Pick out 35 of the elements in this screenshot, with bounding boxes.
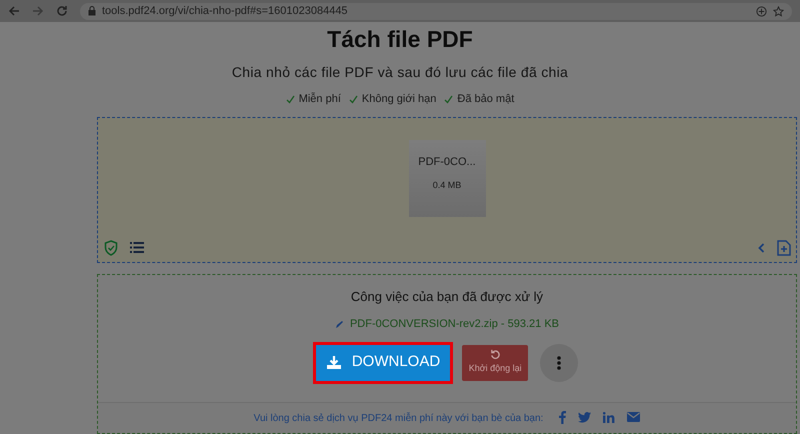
feature-label: Không giới hạn: [362, 92, 436, 107]
list-icon[interactable]: [130, 242, 144, 253]
check-icon: [348, 94, 358, 104]
chevron-left-icon[interactable]: [758, 242, 765, 252]
url-text: tools.pdf24.org/vi/chia-nho-pdf#s=1601023084445: [102, 4, 348, 19]
result-heading: Công việc của bạn đã được xử lý: [350, 288, 544, 306]
file-card[interactable]: PDF-0CO... 0.4 MB: [408, 140, 486, 216]
address-bar[interactable]: tools.pdf24.org/vi/chia-nho-pdf#s=1601023084445: [80, 2, 792, 20]
file-link[interactable]: PDF-0CONVERSION-rev2.zip - 593.21 KB: [334, 316, 560, 332]
star-icon[interactable]: [773, 6, 784, 16]
add-icon[interactable]: [756, 6, 767, 16]
add-file-icon[interactable]: [777, 240, 791, 256]
more-icon: [557, 356, 562, 370]
check-icon: [286, 94, 295, 104]
envelope-icon[interactable]: [627, 412, 640, 422]
restart-icon: [490, 349, 501, 360]
lock-icon: [88, 6, 96, 16]
linkedin-icon[interactable]: [603, 412, 616, 422]
page-title: Tách file PDF: [327, 25, 473, 53]
shield-check-icon[interactable]: [104, 240, 118, 256]
share-text: Vui lòng chia sẻ dịch vụ PDF24 miễn phí này với bạn bè của bạn:: [254, 411, 544, 426]
download-button[interactable]: DOWNLOAD: [316, 344, 450, 380]
restart-button[interactable]: Khởi động lại: [462, 344, 528, 380]
pencil-icon: [334, 320, 344, 329]
check-icon: [444, 94, 454, 104]
bird-icon[interactable]: [578, 412, 592, 422]
feature-label: Đã bảo mật: [457, 92, 514, 107]
page-subtitle: Chia nhỏ các file PDF và sau đó lưu các file đã chia: [232, 63, 568, 82]
download-icon: [326, 355, 342, 370]
more-options-button[interactable]: [540, 344, 578, 382]
forward-icon[interactable]: [32, 5, 44, 17]
facebook-icon[interactable]: [559, 410, 566, 424]
back-icon[interactable]: [8, 5, 20, 17]
feature-label: Miễn phí: [298, 92, 341, 107]
reload-icon[interactable]: [56, 5, 68, 17]
